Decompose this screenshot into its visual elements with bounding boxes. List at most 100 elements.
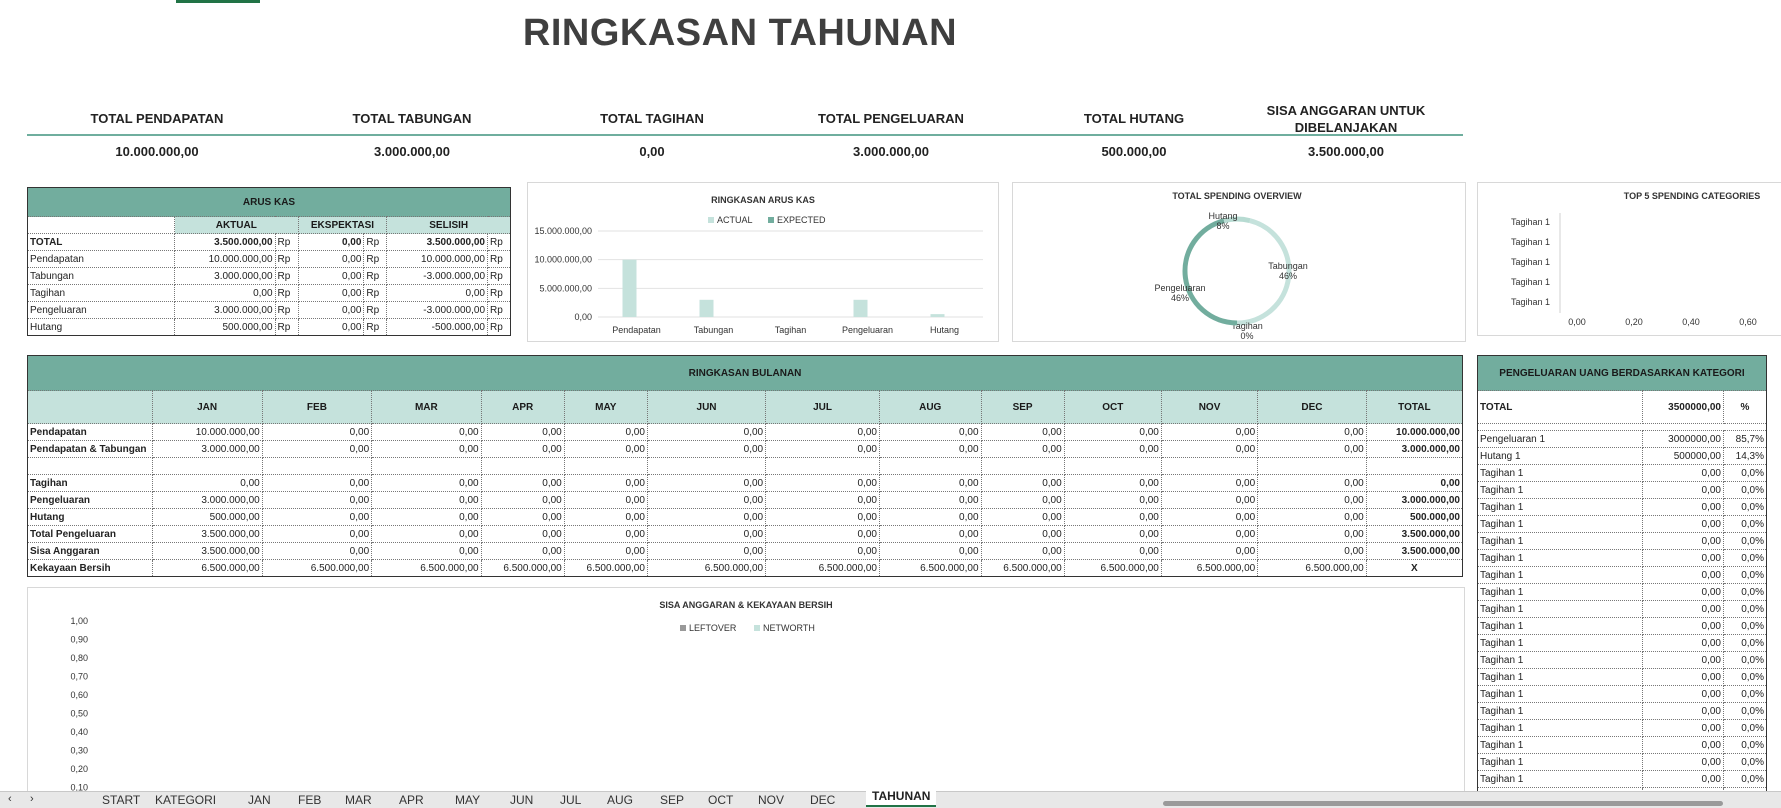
cell[interactable]: 3.000.000,00: [151, 491, 263, 509]
cell[interactable]: 0,00: [765, 491, 880, 509]
cell[interactable]: [480, 457, 565, 475]
cell[interactable]: [646, 457, 767, 475]
cell[interactable]: 0,00: [1257, 491, 1367, 509]
cell[interactable]: 0,00: [1160, 491, 1259, 509]
category-pct[interactable]: 0,0%: [1723, 583, 1767, 601]
cell-ekspektasi[interactable]: 0,00: [297, 318, 365, 336]
cell[interactable]: 0,00: [1257, 542, 1367, 560]
cell-selisih[interactable]: -3.000.000,00: [386, 301, 488, 319]
category-value[interactable]: 3000000,00: [1642, 430, 1724, 448]
cell[interactable]: 0,00: [1063, 542, 1162, 560]
sheet-tab-apr[interactable]: APR: [399, 793, 424, 807]
cell[interactable]: 0,00: [261, 474, 373, 492]
cell[interactable]: 0,00: [1063, 491, 1162, 509]
cell[interactable]: 0,00: [646, 508, 767, 526]
cell[interactable]: [980, 457, 1065, 475]
spending-overview-panel[interactable]: TOTAL SPENDING OVERVIEW Tabungan 46% Tagiha…: [1012, 182, 1466, 342]
cell[interactable]: 0,00: [1063, 508, 1162, 526]
cell[interactable]: [1063, 457, 1162, 475]
cell[interactable]: 0,00: [480, 423, 565, 441]
category-pct[interactable]: 0,0%: [1723, 498, 1767, 516]
cell[interactable]: 0,00: [1257, 508, 1367, 526]
cell[interactable]: 3.500.000,00: [1365, 525, 1464, 543]
category-pct[interactable]: 0,0%: [1723, 702, 1767, 720]
horizontal-scrollbar[interactable]: [1163, 801, 1723, 806]
cell-selisih[interactable]: -3.000.000,00: [386, 267, 488, 285]
cell[interactable]: 6.500.000,00: [1063, 559, 1162, 577]
scroll-right-icon[interactable]: ›: [30, 793, 34, 805]
category-value[interactable]: 0,00: [1642, 498, 1724, 516]
cell[interactable]: 0,00: [1063, 474, 1162, 492]
cell[interactable]: 0,00: [1063, 440, 1162, 458]
cell[interactable]: 0,00: [878, 440, 982, 458]
cell[interactable]: 0,00: [480, 508, 565, 526]
cell[interactable]: 3.500.000,00: [1365, 542, 1464, 560]
cell[interactable]: [1365, 457, 1464, 475]
cell-ekspektasi[interactable]: 0,00: [297, 267, 365, 285]
cell[interactable]: 0,00: [980, 525, 1065, 543]
category-pct[interactable]: 0,0%: [1723, 651, 1767, 669]
total-value[interactable]: 3500000,00: [1642, 390, 1724, 424]
category-pct[interactable]: 0,0%: [1723, 600, 1767, 618]
category-value[interactable]: 0,00: [1642, 702, 1724, 720]
sheet-tab-jun[interactable]: JUN: [510, 793, 533, 807]
cell[interactable]: 6.500.000,00: [261, 559, 373, 577]
cell[interactable]: 0,00: [1160, 508, 1259, 526]
cell[interactable]: 0,00: [878, 491, 982, 509]
category-value[interactable]: 0,00: [1642, 515, 1724, 533]
category-value[interactable]: 0,00: [1642, 634, 1724, 652]
sheet-tab-kategori[interactable]: KATEGORI: [155, 793, 216, 807]
category-pct[interactable]: 0,0%: [1723, 617, 1767, 635]
cell[interactable]: 0,00: [261, 423, 373, 441]
category-pct[interactable]: 0,0%: [1723, 753, 1767, 771]
category-value[interactable]: 0,00: [1642, 736, 1724, 754]
category-value[interactable]: 0,00: [1642, 566, 1724, 584]
cell[interactable]: 3.000.000,00: [1365, 491, 1464, 509]
cell[interactable]: [765, 457, 880, 475]
cell[interactable]: 0,00: [1160, 474, 1259, 492]
category-pct[interactable]: 0,0%: [1723, 532, 1767, 550]
cell[interactable]: 0,00: [371, 508, 482, 526]
donut-slice[interactable]: [1182, 218, 1238, 326]
cell[interactable]: 0,00: [765, 440, 880, 458]
leftover-networth-panel[interactable]: SISA ANGGARAN & KEKAYAAN BERSIH LEFTOVER N…: [27, 587, 1465, 795]
cell[interactable]: [371, 457, 482, 475]
cell[interactable]: 3.000.000,00: [1365, 440, 1464, 458]
sheet-tab-sep[interactable]: SEP: [660, 793, 684, 807]
cell[interactable]: 0,00: [371, 542, 482, 560]
sheet-tab-oct[interactable]: OCT: [708, 793, 733, 807]
category-pct[interactable]: 0,0%: [1723, 770, 1767, 788]
category-value[interactable]: 0,00: [1642, 753, 1724, 771]
cell[interactable]: 0,00: [878, 474, 982, 492]
cell[interactable]: 0,00: [261, 440, 373, 458]
sheet-tab-mar[interactable]: MAR: [345, 793, 372, 807]
category-pct[interactable]: 0,0%: [1723, 634, 1767, 652]
bar-actual[interactable]: [699, 299, 714, 317]
category-value[interactable]: 0,00: [1642, 651, 1724, 669]
cell[interactable]: 0,00: [480, 474, 565, 492]
cell[interactable]: 0,00: [371, 440, 482, 458]
cell[interactable]: 0,00: [563, 440, 648, 458]
cell[interactable]: 0,00: [480, 525, 565, 543]
cell-aktual[interactable]: 3.500.000,00: [174, 233, 276, 251]
cell[interactable]: 0,00: [765, 474, 880, 492]
cell[interactable]: 0,00: [1160, 440, 1259, 458]
cell-aktual[interactable]: 3.000.000,00: [174, 301, 276, 319]
category-value[interactable]: 0,00: [1642, 600, 1724, 618]
cell[interactable]: 0,00: [765, 525, 880, 543]
cell[interactable]: 0,00: [646, 423, 767, 441]
cell-aktual[interactable]: 3.000.000,00: [174, 267, 276, 285]
cell[interactable]: 0,00: [878, 542, 982, 560]
cell[interactable]: X: [1365, 559, 1464, 577]
cell[interactable]: 0,00: [980, 508, 1065, 526]
cell[interactable]: 0,00: [765, 508, 880, 526]
category-pct[interactable]: 0,0%: [1723, 515, 1767, 533]
cell[interactable]: 0,00: [371, 491, 482, 509]
category-pct[interactable]: 0,0%: [1723, 668, 1767, 686]
category-pct[interactable]: 14,3%: [1723, 447, 1767, 465]
cell[interactable]: 0,00: [980, 423, 1065, 441]
scroll-left-icon[interactable]: ‹: [8, 793, 12, 805]
cell[interactable]: 6.500.000,00: [371, 559, 482, 577]
category-value[interactable]: 0,00: [1642, 719, 1724, 737]
cell[interactable]: [151, 457, 263, 475]
